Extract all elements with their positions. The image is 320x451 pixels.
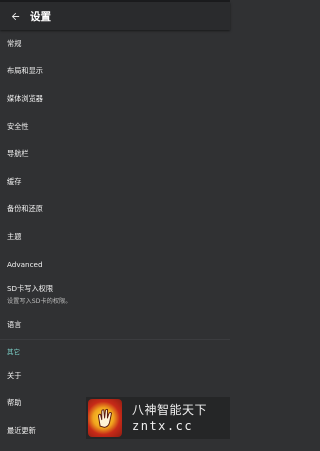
watermark-url: zntx.cc: [132, 419, 194, 433]
settings-item-layout-display[interactable]: 布局和显示: [0, 58, 230, 86]
item-label: 语言: [7, 320, 22, 330]
settings-item-backup-restore[interactable]: 备份和还原: [0, 196, 230, 224]
back-button[interactable]: [0, 2, 30, 30]
settings-item-about[interactable]: 关于: [0, 362, 230, 390]
item-label: 导航栏: [7, 149, 29, 159]
settings-item-media-browser[interactable]: 媒体浏览器: [0, 85, 230, 113]
page-title: 设置: [30, 10, 51, 23]
watermark-overlay: 八神智能天下 zntx.cc: [86, 397, 230, 439]
item-label: 备份和还原: [7, 204, 43, 214]
app-bar: 设置: [0, 2, 230, 30]
item-label: 安全性: [7, 121, 29, 131]
section-header-other: 其它: [0, 338, 230, 362]
item-label: 关于: [7, 370, 22, 380]
item-label: 缓存: [7, 176, 22, 186]
arrow-left-icon: [11, 12, 19, 20]
settings-list: 常规 布局和显示 媒体浏览器 安全性 导航栏 缓存 备份和还原 主题 Advan…: [0, 30, 230, 445]
watermark-text: 八神智能天下: [132, 403, 208, 417]
settings-item-cache[interactable]: 缓存: [0, 168, 230, 196]
settings-item-security[interactable]: 安全性: [0, 113, 230, 141]
item-label: 媒体浏览器: [7, 93, 43, 103]
item-label: 常规: [7, 38, 22, 48]
item-label: 主题: [7, 231, 22, 241]
settings-item-language[interactable]: 语言: [0, 311, 230, 339]
item-summary: 设置写入SD卡的权限。: [7, 298, 72, 306]
settings-item-sd-permission[interactable]: SD卡写入权限 设置写入SD卡的权限。: [0, 278, 230, 311]
settings-item-general[interactable]: 常规: [0, 30, 230, 58]
item-label: Advanced: [7, 260, 43, 270]
item-label: SD卡写入权限: [7, 284, 54, 294]
watermark-logo: [88, 399, 122, 437]
settings-item-navigation-bar[interactable]: 导航栏: [0, 140, 230, 168]
settings-item-theme[interactable]: 主题: [0, 223, 230, 251]
settings-item-advanced[interactable]: Advanced: [0, 251, 230, 279]
hand-gesture-icon: [98, 408, 112, 428]
item-label: 布局和显示: [7, 66, 43, 76]
